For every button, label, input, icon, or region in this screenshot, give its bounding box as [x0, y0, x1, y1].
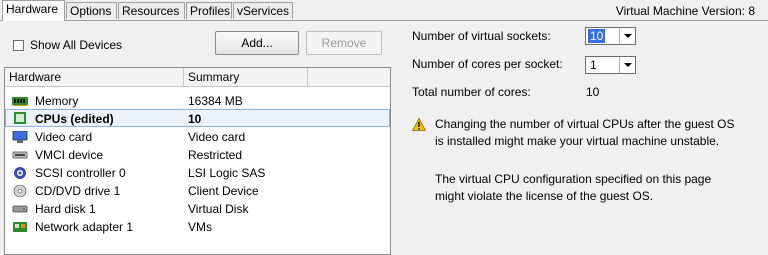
- row-name: CPUs (edited): [35, 112, 114, 126]
- row-summary: Virtual Disk: [188, 202, 249, 216]
- row-name: SCSI controller 0: [35, 166, 126, 180]
- tab-bar: Hardware Options Resources Profiles vSer…: [0, 0, 300, 21]
- cores-label: Number of cores per socket:: [412, 57, 563, 71]
- network-adapter-icon: [13, 222, 27, 232]
- table-row[interactable]: Video card Video card: [5, 128, 390, 146]
- tab-profiles[interactable]: Profiles: [186, 2, 232, 19]
- cores-dropdown[interactable]: 1: [585, 56, 636, 74]
- row-name: Video card: [35, 130, 93, 144]
- video-card-icon: [12, 131, 28, 143]
- checkbox-box[interactable]: [13, 39, 24, 51]
- row-summary: VMs: [188, 220, 212, 234]
- add-button[interactable]: Add...: [215, 31, 299, 55]
- tab-options[interactable]: Options: [66, 2, 117, 19]
- hardware-table: Hardware Summary Memory 16384 MB CPUs (e…: [4, 67, 391, 255]
- table-row[interactable]: Memory 16384 MB: [5, 92, 390, 110]
- row-summary: Client Device: [188, 184, 259, 198]
- chevron-down-icon[interactable]: [619, 28, 635, 44]
- row-summary: 10: [188, 112, 202, 126]
- cores-value: 1: [590, 58, 597, 72]
- row-summary: Video card: [188, 130, 246, 144]
- tab-hardware[interactable]: Hardware: [2, 0, 65, 21]
- warning-line: Changing the number of virtual CPUs afte…: [435, 117, 735, 131]
- row-name: Hard disk 1: [35, 202, 96, 216]
- sockets-dropdown[interactable]: 10: [585, 27, 636, 45]
- warning-message: Changing the number of virtual CPUs afte…: [435, 116, 765, 150]
- chevron-down-icon[interactable]: [619, 57, 635, 73]
- tab-vservices[interactable]: vServices: [233, 2, 293, 19]
- row-name: Memory: [35, 94, 79, 108]
- total-cores-label: Total number of cores:: [412, 85, 531, 99]
- row-summary: 16384 MB: [188, 94, 243, 108]
- row-summary: LSI Logic SAS: [188, 166, 266, 180]
- table-row-selected[interactable]: CPUs (edited) 10: [5, 109, 390, 127]
- column-header-summary[interactable]: Summary: [184, 68, 308, 86]
- row-name: CD/DVD drive 1: [35, 184, 121, 198]
- license-line: might violate the license of the guest O…: [435, 189, 654, 203]
- cd-dvd-icon: [13, 185, 27, 197]
- table-row[interactable]: SCSI controller 0 LSI Logic SAS: [5, 164, 390, 182]
- hard-disk-icon: [12, 205, 28, 213]
- sockets-label: Number of virtual sockets:: [412, 29, 551, 43]
- scsi-icon: [14, 167, 26, 179]
- show-all-devices-checkbox[interactable]: Show All Devices: [13, 38, 122, 52]
- tab-resources[interactable]: Resources: [118, 2, 185, 19]
- show-all-devices-label: Show All Devices: [30, 38, 123, 52]
- table-row[interactable]: CD/DVD drive 1 Client Device: [5, 182, 390, 200]
- memory-icon: [12, 97, 28, 106]
- license-line: The virtual CPU configuration specified …: [435, 172, 712, 186]
- row-name: VMCI device: [35, 148, 104, 162]
- tab-divider: [0, 20, 768, 21]
- vmci-icon: [12, 151, 28, 159]
- table-row[interactable]: Network adapter 1 VMs: [5, 218, 390, 236]
- remove-button[interactable]: Remove: [306, 31, 382, 55]
- table-row[interactable]: VMCI device Restricted: [5, 146, 390, 164]
- total-cores-value: 10: [586, 85, 600, 99]
- row-name: Network adapter 1: [35, 220, 134, 234]
- column-header-hardware[interactable]: Hardware: [5, 68, 184, 86]
- table-header: Hardware Summary: [5, 68, 390, 87]
- sockets-value: 10: [588, 29, 606, 43]
- warning-icon: [412, 118, 426, 131]
- row-summary: Restricted: [188, 148, 243, 162]
- table-row[interactable]: Hard disk 1 Virtual Disk: [5, 200, 390, 218]
- warning-line: is installed might make your virtual mac…: [435, 134, 720, 148]
- cpu-icon: [14, 112, 26, 124]
- license-message: The virtual CPU configuration specified …: [435, 171, 765, 205]
- vm-version-label: Virtual Machine Version: 8: [615, 4, 755, 18]
